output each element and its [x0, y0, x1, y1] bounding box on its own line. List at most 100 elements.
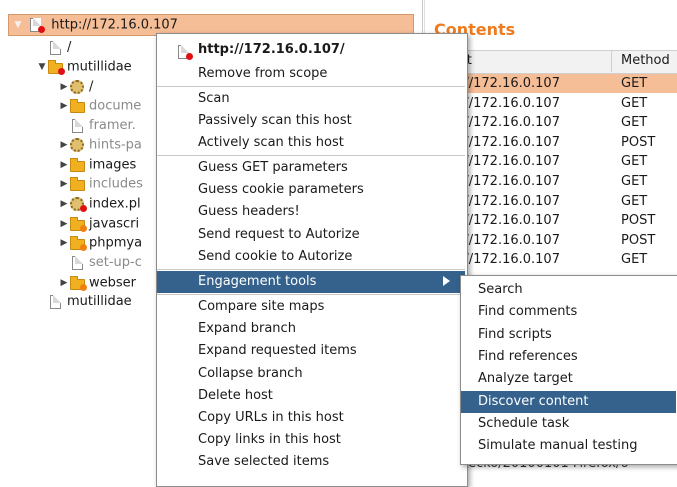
menu-item-engagement-tools[interactable]: Engagement tools — [157, 271, 465, 293]
folder-icon — [70, 276, 87, 291]
submenu-item-label: Search — [478, 282, 523, 297]
host-cell: ://172.16.0.107 — [460, 115, 560, 131]
menu-item-collapse-branch[interactable]: Collapse branch — [157, 363, 465, 385]
tree-node[interactable]: ▶ javascri — [58, 214, 139, 234]
menu-item-actively-scan-this-host[interactable]: Actively scan this host — [157, 132, 465, 154]
chevron-down-icon[interactable]: ▼ — [12, 15, 24, 35]
method-cell: GET — [621, 154, 648, 170]
chevron-right-icon[interactable]: ▶ — [58, 174, 70, 194]
menu-item-label: Expand branch — [198, 321, 296, 336]
menu-item-label: Expand requested items — [198, 343, 357, 358]
submenu-item-find-comments[interactable]: Find comments — [461, 301, 676, 323]
tree-node-label: javascri — [89, 216, 140, 232]
tree-node-label: images — [89, 157, 137, 173]
method-cell: GET — [621, 252, 648, 268]
chevron-right-icon[interactable]: ▶ — [58, 96, 70, 116]
folder-icon — [70, 158, 86, 172]
host-cell: ://172.16.0.107 — [460, 95, 560, 111]
host-cell: ://172.16.0.107 — [460, 154, 560, 170]
tree-root-node[interactable]: ▼ http://172.16.0.107 — [12, 15, 178, 35]
menu-item-copy-links-in-this-host[interactable]: Copy links in this host — [157, 429, 465, 451]
chevron-right-icon[interactable]: ▶ — [58, 194, 70, 214]
menu-separator — [157, 155, 465, 156]
tree-node[interactable]: ▶ index.pl — [58, 194, 141, 214]
tree-node[interactable]: mutillidae — [36, 292, 132, 312]
menu-separator — [157, 294, 465, 295]
submenu-item-simulate-manual-testing[interactable]: Simulate manual testing — [461, 435, 676, 457]
menu-separator — [157, 86, 465, 87]
tree-node-label: includes — [89, 176, 143, 192]
menu-item-copy-urls-in-this-host[interactable]: Copy URLs in this host — [157, 407, 465, 429]
menu-item-label: Copy links in this host — [198, 432, 341, 447]
method-cell: GET — [621, 95, 648, 111]
page-icon — [70, 118, 86, 133]
method-cell: GET — [621, 174, 648, 189]
column-method-header[interactable]: Method — [621, 53, 670, 68]
tree-node[interactable]: set-up-c — [58, 253, 142, 273]
chevron-down-icon[interactable]: ▼ — [36, 57, 48, 77]
menu-item-label: Remove from scope — [198, 66, 328, 81]
submenu-item-search[interactable]: Search — [461, 279, 676, 301]
menu-item-scan[interactable]: Scan — [157, 88, 465, 110]
column-divider[interactable] — [611, 50, 612, 72]
tree-node[interactable]: ▶ / — [58, 77, 94, 97]
host-cell: ://172.16.0.107 — [460, 252, 560, 268]
submenu-item-find-references[interactable]: Find references — [461, 346, 676, 368]
page-icon — [48, 40, 64, 55]
submenu-item-label: Analyze target — [478, 371, 573, 387]
tree-node[interactable]: ▶ images — [58, 155, 137, 175]
submenu-item-label: Schedule task — [478, 415, 570, 431]
context-menu-title: http://172.16.0.107/ — [198, 42, 345, 57]
chevron-right-icon[interactable]: ▶ — [58, 155, 70, 175]
submenu-item-schedule-task[interactable]: Schedule task — [461, 413, 676, 435]
tree-root-label: http://172.16.0.107 — [51, 17, 178, 33]
tree-node[interactable]: ▶ includes — [58, 174, 143, 194]
method-cell: GET — [621, 115, 648, 131]
chevron-right-icon[interactable]: ▶ — [58, 273, 70, 293]
tree-node-label: phpmya — [89, 235, 143, 251]
tree-node[interactable]: ▶ hints-pa — [58, 135, 142, 155]
menu-item-compare-site-maps[interactable]: Compare site maps — [157, 296, 465, 318]
page-icon — [70, 255, 86, 270]
chevron-right-icon[interactable]: ▶ — [58, 135, 70, 155]
menu-item-passively-scan-this-host[interactable]: Passively scan this host — [157, 110, 465, 132]
submenu-item-find-scripts[interactable]: Find scripts — [461, 324, 676, 346]
menu-item-label: Save selected items — [198, 454, 330, 469]
menu-item-save-selected-items[interactable]: Save selected items — [157, 451, 465, 473]
tree-node[interactable]: ▼ mutillidae — [36, 57, 132, 77]
menu-item-expand-requested-items[interactable]: Expand requested items — [157, 340, 465, 362]
menu-item-label: Compare site maps — [198, 299, 325, 314]
menu-item-delete-host[interactable]: Delete host — [157, 385, 465, 407]
submenu-item-label: Find comments — [478, 304, 578, 320]
menu-item-label: Engagement tools — [198, 274, 317, 289]
menu-item-guess-get-parameters[interactable]: Guess GET parameters — [157, 157, 465, 179]
menu-item-guess-headers[interactable]: Guess headers! — [157, 201, 465, 223]
tree-node[interactable]: / — [36, 38, 71, 58]
submenu-item-label: Find references — [478, 348, 578, 364]
tree-node[interactable]: ▶ docume — [58, 96, 142, 116]
folder-icon — [70, 99, 86, 113]
menu-item-label: Passively scan this host — [198, 113, 352, 128]
tree-node[interactable]: framer. — [58, 116, 136, 136]
chevron-right-icon[interactable]: ▶ — [58, 214, 70, 234]
tree-node-label: / — [67, 40, 72, 55]
tree-node-label: webser — [89, 275, 136, 291]
tree-node-label: mutillidae — [67, 59, 132, 75]
method-cell: POST — [621, 232, 656, 248]
menu-item-expand-branch[interactable]: Expand branch — [157, 318, 465, 340]
host-cell: ://172.16.0.107 — [460, 193, 560, 209]
menu-item-remove-from-scope[interactable]: Remove from scope — [157, 63, 465, 85]
tree-node[interactable]: ▶ phpmya — [58, 233, 142, 253]
submenu-item-analyze-target[interactable]: Analyze target — [461, 368, 676, 390]
host-page-icon — [28, 18, 46, 33]
tree-node[interactable]: ▶ webser — [58, 273, 136, 293]
menu-item-guess-cookie-parameters[interactable]: Guess cookie parameters — [157, 179, 465, 201]
menu-item-send-request-to-autorize[interactable]: Send request to Autorize — [157, 224, 465, 246]
chevron-right-icon[interactable]: ▶ — [58, 77, 70, 97]
submenu-item-discover-content[interactable]: Discover content — [461, 390, 676, 413]
tree-node-label: docume — [89, 98, 142, 114]
submenu-arrow-icon — [443, 276, 450, 286]
chevron-right-icon[interactable]: ▶ — [58, 233, 70, 253]
menu-item-send-cookie-to-autorize[interactable]: Send cookie to Autorize — [157, 246, 465, 268]
tree-node-label: index.pl — [89, 196, 141, 212]
